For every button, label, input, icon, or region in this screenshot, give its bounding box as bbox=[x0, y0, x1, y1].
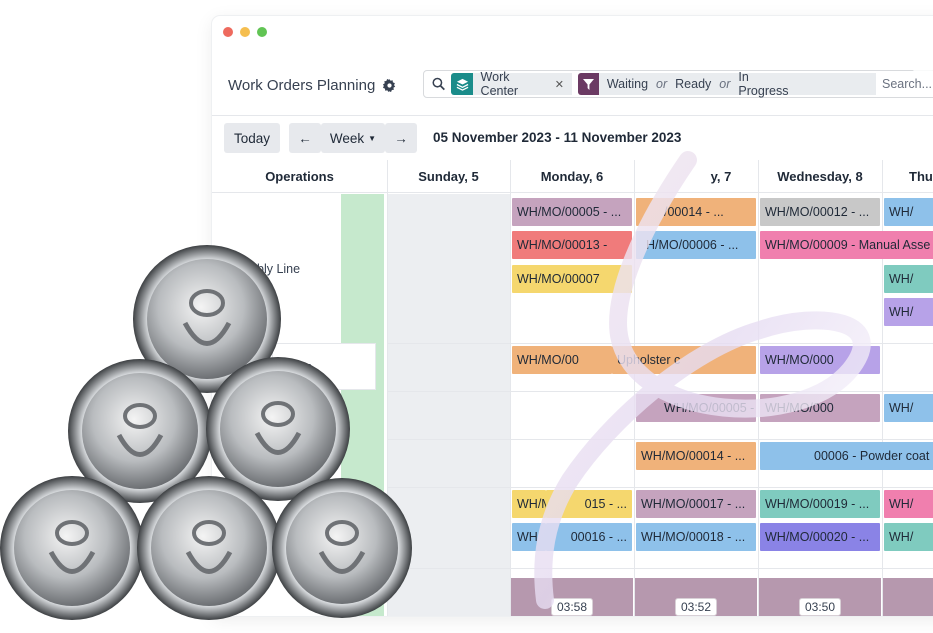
task-bar[interactable]: WH/ bbox=[884, 394, 933, 422]
header-divider bbox=[212, 192, 933, 193]
search-bar[interactable]: Work Center ✕ Waiting or Ready or In Pro… bbox=[423, 70, 933, 98]
day-header-wednesday: Wednesday, 8 bbox=[777, 168, 863, 184]
workload-total-label: 03:50 bbox=[799, 598, 842, 616]
grid-line bbox=[758, 160, 759, 616]
facet-status-ready: Ready bbox=[675, 77, 712, 91]
task-bar[interactable]: 00006 - Powder coat bbox=[760, 442, 933, 470]
task-bar[interactable]: 015 - ... bbox=[546, 490, 632, 518]
row-divider bbox=[387, 439, 933, 440]
task-bar[interactable]: WH/ bbox=[884, 198, 933, 226]
gantt-toolbar: Today ← Week ▼ → 05 November 2023 - 11 N… bbox=[212, 116, 933, 160]
search-input[interactable]: Search... bbox=[882, 77, 933, 91]
task-bar[interactable]: WH/MO/00018 - ... bbox=[636, 523, 756, 551]
workload-total-label: 03:52 bbox=[675, 598, 718, 616]
task-bar[interactable]: WH/MO/00019 - ... bbox=[760, 490, 880, 518]
task-bar[interactable]: WH/ bbox=[884, 265, 933, 293]
grid-line bbox=[882, 160, 883, 616]
workload-total-bar bbox=[883, 578, 933, 616]
operations-header: Operations bbox=[265, 168, 334, 184]
task-bar[interactable]: WH/MO/000 bbox=[760, 346, 880, 374]
task-bar[interactable]: WH/MO/00020 - ... bbox=[760, 523, 880, 551]
grid-line bbox=[634, 160, 635, 616]
row-divider bbox=[387, 343, 933, 344]
search-icon[interactable] bbox=[432, 77, 445, 91]
page-title: Work Orders Planning bbox=[228, 77, 396, 94]
minimize-window-dot[interactable] bbox=[240, 27, 250, 37]
task-bar[interactable]: WH/MO/00009 - Manual Asse bbox=[760, 231, 933, 259]
control-panel: Work Orders Planning Work Center ✕ Waiti… bbox=[212, 48, 933, 116]
can-pyramid-illustration bbox=[0, 245, 412, 620]
date-range: 05 November 2023 - 11 November 2023 bbox=[433, 130, 682, 145]
facet-work-center-label: Work Center bbox=[480, 70, 519, 98]
task-bar[interactable]: WH/MO/00005 - ... bbox=[512, 198, 632, 226]
task-bar[interactable]: WH/MO/00014 - ... bbox=[636, 442, 756, 470]
task-bar[interactable]: WH/MO/00017 - ... bbox=[636, 490, 756, 518]
scale-label: Week bbox=[329, 130, 365, 146]
grid-line bbox=[510, 160, 511, 616]
day-header-sunday: Sunday, 5 bbox=[418, 168, 479, 184]
facet-work-center: Work Center ✕ bbox=[451, 70, 572, 98]
task-bar[interactable]: WH/ bbox=[884, 298, 933, 326]
task-bar[interactable]: WH/ bbox=[884, 490, 933, 518]
task-bar[interactable]: WH/MO/00 bbox=[512, 346, 612, 374]
filter-icon bbox=[577, 73, 599, 95]
row-divider bbox=[387, 568, 933, 569]
task-bar[interactable]: WH/MO/00007 bbox=[512, 265, 632, 293]
next-button[interactable]: → bbox=[385, 123, 417, 153]
task-bar[interactable]: WH/MO/000 bbox=[760, 394, 880, 422]
maximize-window-dot[interactable] bbox=[257, 27, 267, 37]
can-lids bbox=[0, 245, 412, 620]
task-bar[interactable]: WH/M bbox=[512, 490, 546, 518]
scale-dropdown[interactable]: Week ▼ bbox=[321, 123, 385, 153]
workload-total-label: 03:58 bbox=[551, 598, 594, 616]
layers-icon bbox=[451, 73, 473, 95]
facet-status-waiting: Waiting bbox=[606, 77, 649, 91]
task-bar[interactable]: 00016 - ... bbox=[546, 523, 632, 551]
close-window-dot[interactable] bbox=[223, 27, 233, 37]
page-title-text: Work Orders Planning bbox=[228, 77, 376, 94]
day-header-tuesday: y, 7 bbox=[710, 168, 732, 184]
facet-status: Waiting or Ready or In Progress bbox=[577, 70, 876, 98]
facet-status-or: or bbox=[656, 77, 668, 91]
row-divider bbox=[387, 391, 933, 392]
gear-icon[interactable] bbox=[383, 79, 396, 92]
facet-status-in-progress: In Progress bbox=[738, 70, 789, 98]
task-bar[interactable]: WH/MO/00005 - ... bbox=[636, 394, 756, 422]
task-bar[interactable]: /00014 - ... bbox=[636, 198, 756, 226]
task-bar[interactable]: WH/MO/00013 - bbox=[512, 231, 632, 259]
task-bar[interactable]: WH/MO/00012 - ... bbox=[760, 198, 880, 226]
previous-button[interactable]: ← bbox=[289, 123, 321, 153]
task-bar[interactable]: WH/ bbox=[884, 523, 933, 551]
close-icon[interactable]: ✕ bbox=[555, 78, 564, 91]
row-divider bbox=[387, 487, 933, 488]
task-bar[interactable]: WH bbox=[512, 523, 546, 551]
facet-status-or: or bbox=[719, 77, 731, 91]
caret-down-icon: ▼ bbox=[368, 133, 377, 143]
day-header-monday: Monday, 6 bbox=[540, 168, 604, 184]
task-bar[interactable]: H/MO/00006 - ... bbox=[636, 231, 756, 259]
day-header-thursday: Thu bbox=[909, 168, 933, 184]
today-button[interactable]: Today bbox=[224, 123, 280, 153]
title-bar bbox=[212, 16, 933, 48]
task-bar[interactable]: Upholster c bbox=[612, 346, 756, 374]
